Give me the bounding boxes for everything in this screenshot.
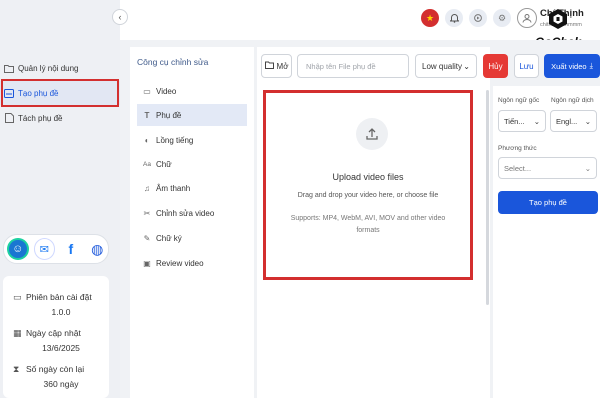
monitor-icon: ▭ [13, 292, 22, 302]
export-video-button[interactable]: Xuất video ⤓ [544, 54, 600, 78]
gochek-logo-icon [548, 8, 568, 30]
facebook-icon[interactable]: f [60, 238, 82, 260]
vietnam-flag-icon[interactable]: ★ [421, 9, 439, 27]
folder-icon [4, 63, 14, 73]
tool-item-audio[interactable]: ♫ Âm thanh [137, 177, 247, 199]
upload-title: Upload video files [332, 172, 404, 182]
updated-row: ▦ Ngày cập nhật [13, 328, 81, 338]
subtitle-filename-input[interactable] [297, 54, 409, 78]
days-left-value: 360 ngày [43, 379, 79, 389]
assistant-icon[interactable]: ☺ [7, 238, 29, 260]
upload-icon [356, 118, 388, 150]
upload-dropzone[interactable]: Upload video files Drag and drop your vi… [263, 90, 473, 280]
upload-subtitle: Drag and drop your video here, or choose… [297, 192, 439, 199]
sidebar-item-label: Tách phụ đề [18, 113, 63, 123]
sidebar-item-content-management[interactable]: Quản lý nội dung [0, 56, 120, 80]
save-button[interactable]: Lưu [514, 54, 539, 78]
header: ★ ⚙ Chí Thịnh chithinhmmmmm GoChek [120, 0, 600, 49]
tools-panel-title: Công cụ chỉnh sửa [137, 57, 209, 67]
target-language-select[interactable]: Engl... ⌄ [550, 110, 597, 132]
sidebar-item-split-subtitle[interactable]: Tách phụ đề [0, 106, 120, 130]
create-subtitle-button[interactable]: Tạo phụ đề [498, 191, 598, 214]
voice-icon: ◐ [144, 135, 150, 145]
app-info-card: ▭ Phiên bản cài đặt 1.0.0 ▦ Ngày cập nhật … [3, 276, 109, 398]
tool-item-signature[interactable]: ✎ Chữ ký [137, 227, 247, 249]
signature-icon: ✎ [143, 233, 151, 243]
target-language-label: Ngôn ngữ dịch [551, 97, 594, 104]
days-left-row: ⧗ Số ngày còn lại [13, 364, 85, 374]
source-language-select[interactable]: Tiến... ⌄ [498, 110, 546, 132]
folder-open-icon [264, 61, 274, 71]
collapse-sidebar-button[interactable]: ‹ [112, 9, 128, 25]
gear-icon[interactable]: ⚙ [493, 9, 511, 27]
tool-item-subtitle[interactable]: T Phụ đề [137, 104, 247, 126]
tool-item-dubbing[interactable]: ◐ Lồng tiếng [137, 129, 247, 151]
tool-item-edit-video[interactable]: ✂ Chỉnh sửa video [137, 202, 247, 224]
updated-value: 13/6/2025 [42, 343, 80, 353]
upload-formats: Supports: MP4, WebM, AVI, MOV and other … [290, 215, 446, 234]
tool-item-review-video[interactable]: ▣ Review video [137, 252, 247, 274]
cancel-button[interactable]: Hủy [483, 54, 508, 78]
version-row: ▭ Phiên bản cài đặt [13, 292, 92, 302]
social-links-bar: ☺ ✉ f ◍ [3, 234, 109, 264]
download-icon: ⤓ [589, 61, 593, 70]
highlight-box-sidebar [1, 79, 119, 107]
text-icon: T [144, 110, 150, 120]
document-icon [4, 113, 14, 123]
edit-video-icon: ✂ [143, 208, 151, 218]
play-icon[interactable] [469, 9, 487, 27]
source-language-label: Ngôn ngữ gốc [498, 97, 540, 104]
settings-panel [493, 86, 600, 398]
chevron-down-icon: ⌄ [584, 163, 591, 173]
version-value: 1.0.0 [51, 307, 71, 317]
chevron-left-icon: ‹ [118, 12, 122, 22]
method-label: Phương thức [498, 145, 537, 152]
sidebar: Quản lý nội dung Tạo phụ đề Tách phụ đề … [0, 0, 120, 398]
tool-item-text[interactable]: Aa Chữ [137, 153, 247, 175]
bell-icon[interactable] [445, 9, 463, 27]
method-select[interactable]: Select... ⌄ [498, 157, 597, 179]
video-icon: ▭ [143, 86, 151, 96]
calendar-icon: ▦ [13, 328, 22, 338]
font-icon: Aa [143, 160, 151, 168]
music-icon: ♫ [144, 183, 150, 193]
globe-icon[interactable]: ◍ [86, 238, 109, 260]
quality-select[interactable]: Low quality ⌄ [415, 54, 477, 78]
sidebar-item-label: Quản lý nội dung [18, 63, 79, 73]
hourglass-icon: ⧗ [13, 364, 20, 374]
review-icon: ▣ [143, 258, 151, 268]
chevron-down-icon: ⌄ [463, 61, 470, 71]
open-button[interactable]: Mở [261, 54, 292, 78]
content-scrollbar[interactable] [486, 90, 489, 305]
messenger-icon[interactable]: ✉ [33, 238, 56, 260]
chevron-down-icon: ⌄ [533, 116, 540, 126]
chevron-down-icon: ⌄ [584, 116, 591, 126]
tool-item-video[interactable]: ▭ Video [137, 80, 247, 102]
